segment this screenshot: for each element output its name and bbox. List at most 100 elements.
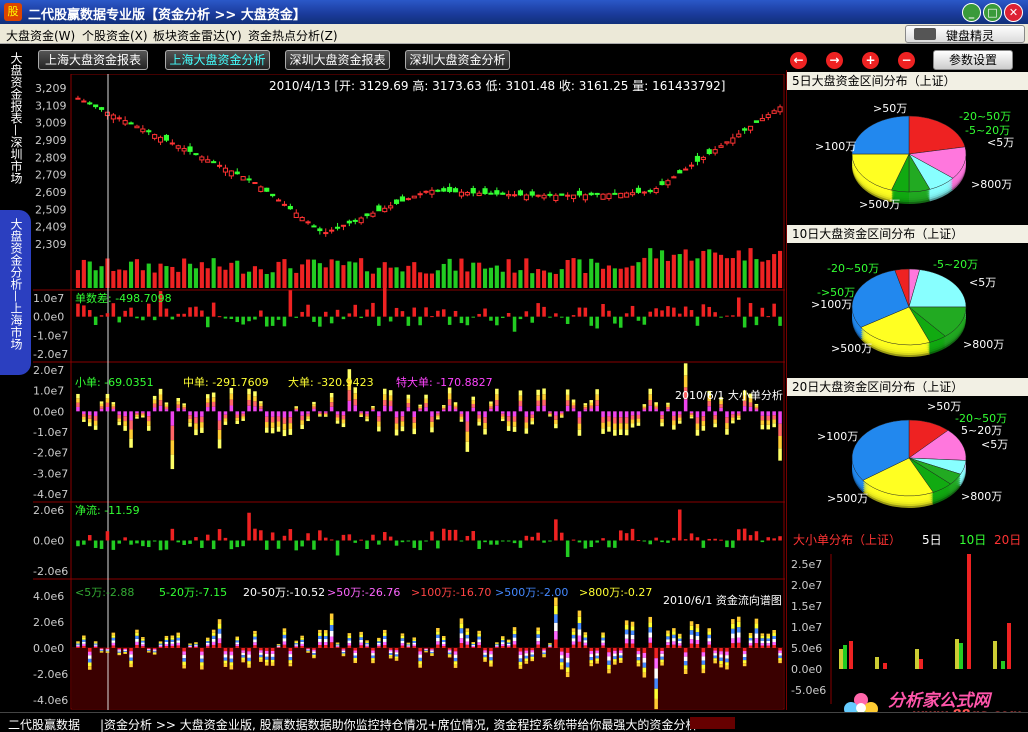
volume-bar — [512, 272, 517, 288]
volume-bar — [205, 268, 210, 288]
size-segment — [725, 417, 729, 424]
menu-market-funds[interactable]: 大盘资金(W) — [6, 27, 75, 44]
flow-segment — [158, 645, 163, 647]
flow-segment — [217, 623, 222, 629]
volume-bar — [701, 250, 706, 288]
menu-sector-radar[interactable]: 板块资金雷达(Y) — [153, 27, 242, 44]
zoom-out-icon[interactable]: − — [898, 52, 915, 69]
flow-segment — [259, 659, 263, 662]
size-segment — [548, 411, 552, 413]
size-segment — [365, 411, 369, 414]
net-bar — [329, 539, 334, 541]
flow-segment — [589, 660, 594, 664]
candle — [535, 194, 541, 197]
zoom-in-icon[interactable]: + — [862, 52, 879, 69]
volume-bar — [229, 262, 234, 288]
size-segment — [99, 401, 104, 404]
size-segment — [725, 411, 729, 418]
candle — [258, 186, 264, 192]
period-20d-button[interactable]: 20日 — [994, 530, 1021, 550]
tab-sz-report[interactable]: 深圳大盘资金报表 — [285, 50, 390, 70]
dist-y-tick: 1.0e7 — [791, 621, 822, 634]
dist-bar — [919, 659, 923, 669]
flow-segment — [288, 654, 293, 658]
tab-sh-report[interactable]: 上海大盘资金报表 — [38, 50, 148, 70]
size-segment — [288, 429, 293, 435]
tab-sh-analysis[interactable]: 上海大盘资金分析 — [165, 50, 270, 70]
flow-segment — [182, 661, 186, 666]
diff-bar — [82, 305, 86, 317]
size-segment — [660, 411, 664, 416]
flow-segment — [677, 643, 682, 646]
flow-segment — [82, 645, 86, 648]
keyboard-wizard-button[interactable]: 键盘精灵 — [905, 25, 1025, 43]
main-chart[interactable]: 2010/4/13 [开: 3129.69 高: 3173.63 低: 3101… — [33, 74, 785, 710]
size-segment — [276, 416, 281, 422]
candle — [370, 212, 376, 217]
dist-y-tick: -5.0e6 — [791, 684, 826, 697]
flow-segment — [483, 648, 487, 651]
period-10d-button[interactable]: 10日 — [959, 530, 986, 550]
flow-segment — [412, 639, 417, 641]
diff-bar — [188, 307, 192, 317]
dist-y-tick: 2.0e7 — [791, 579, 822, 592]
size-segment — [294, 410, 299, 412]
volume-bar — [730, 258, 735, 288]
tab-sz-analysis[interactable]: 深圳大盘资金分析 — [405, 50, 510, 70]
flow-segment — [748, 645, 753, 648]
flow-segment — [341, 649, 346, 651]
flow-segment — [725, 648, 729, 652]
menu-stock-funds[interactable]: 个股资金(X) — [82, 27, 148, 44]
size-segment — [194, 423, 198, 430]
flow-segment — [141, 637, 145, 639]
forward-icon[interactable]: → — [826, 52, 843, 69]
pie-label: >800万 — [961, 490, 1003, 503]
flow-segment — [158, 641, 163, 643]
size-segment — [542, 399, 546, 406]
size-segment — [158, 405, 163, 412]
candle — [128, 122, 134, 125]
maximize-button[interactable]: □ — [983, 3, 1002, 22]
settings-button[interactable]: 参数设置 — [933, 50, 1013, 70]
flow-segment — [778, 655, 782, 659]
flow-segment — [146, 648, 151, 649]
flow-segment — [677, 638, 682, 641]
flow-segment — [725, 655, 729, 659]
size-segment — [530, 417, 535, 422]
flow-segment — [565, 672, 570, 678]
flow-segment — [512, 637, 517, 642]
side-tab-shanghai-analysis[interactable]: 大盘资金分析—上海市场 — [0, 210, 31, 375]
size-segment — [359, 414, 363, 416]
diff-bar — [323, 311, 328, 317]
flow-segment — [672, 634, 676, 639]
size-segment — [371, 407, 375, 409]
diff-bar — [672, 307, 676, 317]
flow-segment — [123, 652, 127, 654]
size-segment — [613, 411, 617, 418]
period-5d-button[interactable]: 5日 — [922, 530, 942, 550]
flow-segment — [436, 637, 440, 642]
diff-bar — [506, 313, 511, 317]
minimize-button[interactable]: _ — [962, 3, 981, 22]
size-segment — [459, 413, 464, 417]
size-segment — [489, 403, 493, 407]
back-icon[interactable]: ← — [790, 52, 807, 69]
net-bar — [577, 540, 582, 543]
close-button[interactable]: ✕ — [1004, 3, 1023, 22]
flow-y-tick: 0.0e0 — [33, 642, 64, 655]
flow-segment — [524, 655, 529, 659]
diff-bar — [654, 308, 658, 317]
flow-segment — [188, 647, 192, 648]
flow-segment — [571, 644, 576, 648]
flow-segment — [742, 660, 747, 664]
flow-segment — [607, 652, 611, 657]
flow-segment — [170, 643, 175, 646]
flow-segment — [630, 643, 635, 648]
menu-hotspot[interactable]: 资金热点分析(Z) — [248, 27, 338, 44]
flow-segment — [146, 651, 151, 653]
side-tab-shenzhen-report[interactable]: 大盘资金报表—深圳市场 — [0, 44, 31, 206]
size-segment — [223, 418, 228, 422]
flow-segment — [129, 654, 133, 658]
diff-bar — [624, 313, 629, 317]
dist-bar — [843, 645, 847, 669]
